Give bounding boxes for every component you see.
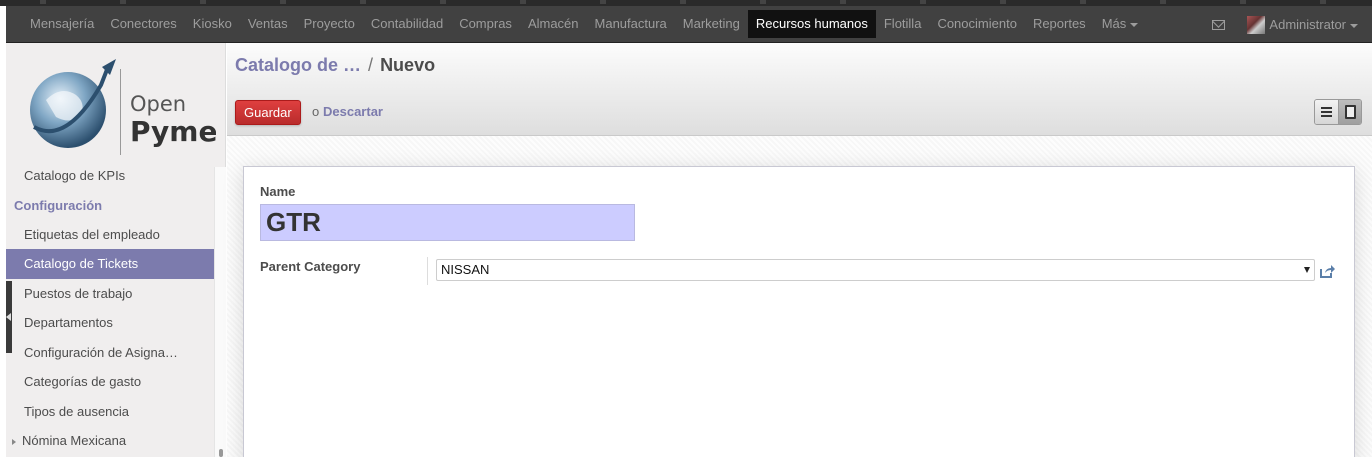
sidebar-item-departamentos[interactable]: Departamentos — [6, 308, 214, 338]
name-field[interactable]: GTR — [260, 204, 635, 241]
save-button[interactable]: Guardar — [235, 100, 301, 125]
menu-item-kiosko[interactable]: Kiosko — [185, 10, 240, 38]
chevron-down-icon — [1130, 22, 1139, 27]
openpyme-logo[interactable]: Open Pyme — [26, 55, 216, 160]
breadcrumb: Catalogo de … / Nuevo — [235, 55, 435, 76]
parent-category-label: Parent Category — [260, 259, 361, 274]
sidebar-item-nomina-mexicana[interactable]: Nómina Mexicana — [6, 426, 214, 456]
sidebar-item-tipos-ausencia[interactable]: Tipos de ausencia — [6, 397, 214, 427]
menu-item-conectores[interactable]: Conectores — [102, 10, 184, 38]
sidebar-item-config-asignacion[interactable]: Configuración de Asigna… — [6, 338, 214, 368]
dropdown-arrow-icon — [1304, 267, 1310, 273]
sidebar-item-puestos[interactable]: Puestos de trabajo — [6, 279, 214, 309]
user-name: Administrator — [1269, 17, 1346, 32]
list-view-button[interactable] — [1315, 100, 1338, 124]
menu-item-reportes[interactable]: Reportes — [1025, 10, 1094, 38]
logo-line2: Pyme — [130, 115, 216, 148]
sidebar-item-catalogo-tickets[interactable]: Catalogo de Tickets — [6, 249, 214, 279]
breadcrumb-current: Nuevo — [380, 55, 436, 75]
or-text: o — [312, 104, 320, 119]
menu-item-marketing[interactable]: Marketing — [675, 10, 748, 38]
chevron-right-icon — [12, 438, 16, 445]
sidebar-item-label: Nómina Mexicana — [22, 433, 127, 448]
form-icon — [1345, 105, 1356, 119]
sidebar: Open Pyme Catalogo de KPIs Configuración… — [6, 43, 226, 457]
main-menu: Mensajería Conectores Kiosko Ventas Proy… — [6, 6, 1146, 42]
control-panel: Catalogo de … / Nuevo Guardar o Descarta… — [227, 43, 1372, 136]
menu-item-flotilla[interactable]: Flotilla — [876, 10, 930, 38]
form-sheet: Name GTR Parent Category NISSAN — [243, 166, 1355, 457]
menu-item-compras[interactable]: Compras — [451, 10, 520, 38]
discard-button[interactable]: Descartar — [323, 104, 383, 119]
form-view-button[interactable] — [1338, 100, 1361, 124]
navbar-right: Administrator — [1212, 6, 1372, 43]
menu-item-contabilidad[interactable]: Contabilidad — [363, 10, 451, 38]
name-label: Name — [260, 184, 296, 199]
menu-more-dropdown[interactable]: Más — [1094, 10, 1147, 38]
menu-item-mensajeria[interactable]: Mensajería — [22, 10, 102, 38]
main-content: Catalogo de … / Nuevo Guardar o Descarta… — [227, 43, 1372, 457]
view-switcher — [1314, 99, 1362, 125]
avatar[interactable] — [1247, 15, 1266, 34]
user-menu[interactable]: Administrator — [1269, 17, 1372, 32]
menu-more-label: Más — [1101, 16, 1127, 31]
menu-item-conocimiento[interactable]: Conocimiento — [929, 10, 1025, 38]
menu-item-recursos-humanos[interactable]: Recursos humanos — [747, 10, 876, 38]
external-link-icon[interactable] — [1319, 263, 1335, 279]
sidebar-scrollbar[interactable] — [214, 167, 226, 457]
menu-item-ventas[interactable]: Ventas — [240, 10, 296, 38]
chevron-down-icon — [1350, 23, 1358, 28]
parent-category-select[interactable]: NISSAN — [436, 259, 1315, 281]
sidebar-section-configuracion: Configuración — [14, 197, 103, 213]
mail-icon[interactable] — [1212, 19, 1226, 30]
breadcrumb-parent-link[interactable]: Catalogo de … — [235, 55, 361, 75]
sidebar-item-catalogo-kpis[interactable]: Catalogo de KPIs — [6, 161, 214, 191]
field-divider — [427, 257, 428, 285]
list-icon — [1321, 107, 1332, 117]
scrollbar-thumb[interactable] — [219, 449, 223, 457]
sidebar-item-categorias-gasto[interactable]: Categorías de gasto — [6, 367, 214, 397]
sidebar-menu: Catalogo de KPIs Configuración Etiquetas… — [6, 161, 214, 456]
menu-item-almacen[interactable]: Almacén — [520, 10, 587, 38]
sidebar-item-etiquetas[interactable]: Etiquetas del empleado — [6, 220, 214, 250]
logo-line1: Open — [130, 92, 186, 116]
sidebar-collapse-handle[interactable] — [6, 281, 12, 353]
menu-item-manufactura[interactable]: Manufactura — [587, 10, 675, 38]
top-navbar: Mensajería Conectores Kiosko Ventas Proy… — [6, 6, 1372, 43]
parent-category-value: NISSAN — [441, 262, 490, 277]
breadcrumb-separator: / — [368, 55, 374, 75]
menu-item-proyecto[interactable]: Proyecto — [296, 10, 363, 38]
